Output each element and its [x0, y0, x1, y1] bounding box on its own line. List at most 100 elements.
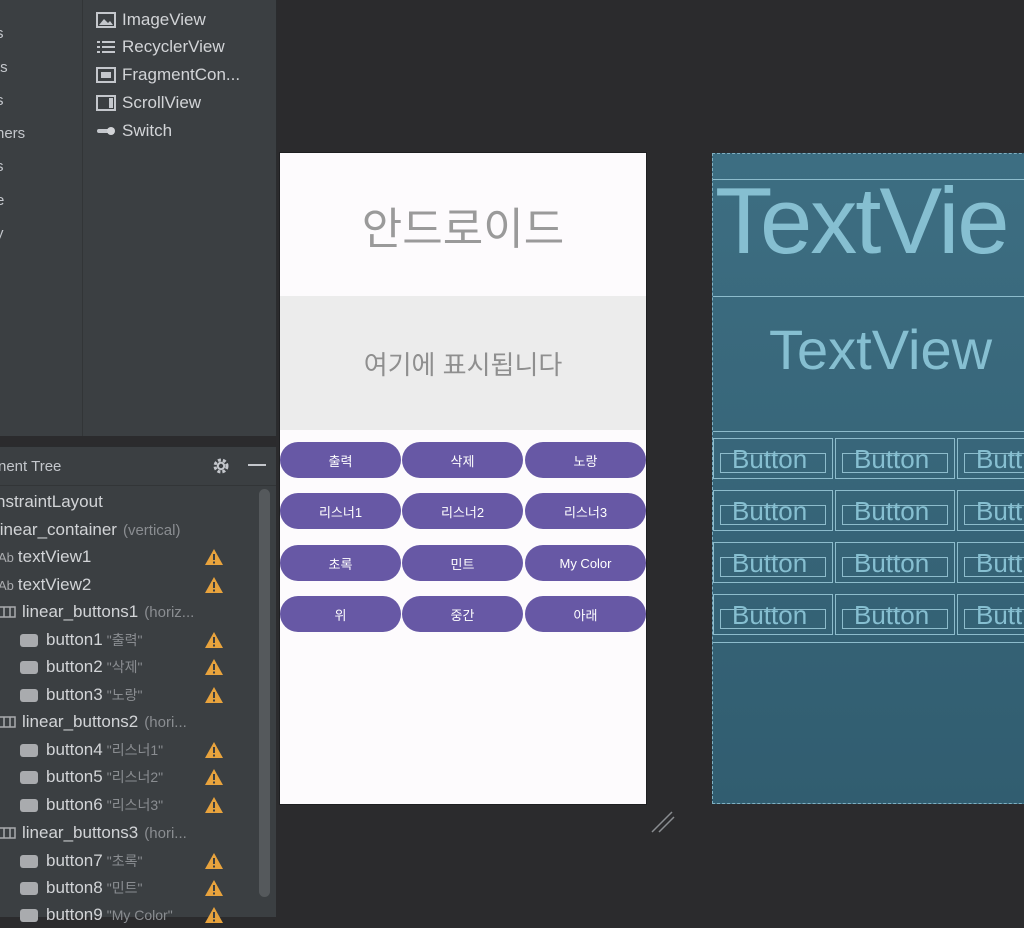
- preview-button-listener1[interactable]: 리스너1: [280, 493, 401, 529]
- button-icon: [20, 688, 38, 702]
- blueprint-button[interactable]: Button: [835, 542, 955, 583]
- warning-icon[interactable]: [204, 741, 224, 759]
- warning-icon[interactable]: [204, 768, 224, 786]
- tree-item-button6[interactable]: button6 "리스너3": [20, 792, 163, 818]
- blueprint-button[interactable]: Button: [713, 542, 833, 583]
- palette-category[interactable]: ts: [0, 59, 8, 76]
- preview-button-delete[interactable]: 삭제: [402, 442, 523, 478]
- blueprint-button-label: Button: [854, 548, 930, 578]
- preview-textview1[interactable]: 안드로이드: [280, 153, 646, 296]
- tree-item-note: "리스너3": [106, 797, 164, 813]
- scrollview-icon: [96, 95, 116, 111]
- linear-layout-icon: [0, 827, 16, 839]
- palette-category[interactable]: s: [0, 158, 4, 175]
- preview-button-bottom[interactable]: 아래: [525, 596, 646, 632]
- palette-widget-recyclerview[interactable]: RecyclerView: [96, 35, 225, 59]
- palette-category[interactable]: s: [0, 92, 4, 109]
- tree-item-button3[interactable]: button3 "노랑": [20, 682, 142, 708]
- blueprint-button-label: Button: [732, 496, 808, 526]
- gear-icon[interactable]: [212, 457, 230, 475]
- tree-item-textview2[interactable]: Ab textView2: [0, 572, 91, 598]
- preview-button-listener3[interactable]: 리스너3: [525, 493, 646, 529]
- tree-item-button7[interactable]: button7 "초록": [20, 848, 142, 874]
- preview-button-mint[interactable]: 민트: [402, 545, 523, 581]
- tree-item-note: "리스너1": [106, 742, 164, 758]
- warning-icon[interactable]: [204, 906, 224, 924]
- list-icon: [97, 41, 115, 53]
- warning-icon[interactable]: [204, 658, 224, 676]
- palette-category[interactable]: y: [0, 225, 4, 242]
- tree-item-label: button7: [46, 851, 103, 870]
- preview-button-middle[interactable]: 중간: [402, 596, 523, 632]
- minimize-icon[interactable]: [248, 464, 266, 466]
- blueprint-button[interactable]: Butt: [957, 594, 1024, 635]
- preview-textview2[interactable]: 여기에 표시됩니다: [280, 296, 646, 430]
- linear-layout-icon: [0, 716, 16, 728]
- preview-button-listener2[interactable]: 리스너2: [402, 493, 523, 529]
- blueprint-preview[interactable]: TextVie TextView Button Button Butt Butt…: [712, 153, 1024, 804]
- preview-button-top[interactable]: 위: [280, 596, 401, 632]
- tree-item-note: "민트": [106, 880, 143, 896]
- preview-button-yellow[interactable]: 노랑: [525, 442, 646, 478]
- palette-category[interactable]: e: [0, 192, 4, 209]
- tree-item-label: textView1: [17, 547, 92, 566]
- blueprint-button[interactable]: Button: [713, 490, 833, 531]
- tree-item-note: (vertical): [122, 521, 181, 539]
- warning-icon[interactable]: [204, 796, 224, 814]
- warning-icon[interactable]: [204, 631, 224, 649]
- blueprint-button[interactable]: Butt: [957, 490, 1024, 531]
- tree-item-label: linear_container: [0, 520, 117, 539]
- blueprint-textview2[interactable]: TextView: [769, 322, 992, 378]
- resize-handle-icon[interactable]: [650, 808, 676, 834]
- image-icon: [96, 12, 116, 28]
- tree-item-button5[interactable]: button5 "리스너2": [20, 764, 163, 790]
- button-icon: [20, 633, 38, 647]
- widget-label: FragmentCon...: [122, 65, 241, 84]
- tree-item-button1[interactable]: button1 "출력": [20, 627, 142, 653]
- tree-item-button2[interactable]: button2 "삭제": [20, 654, 142, 680]
- design-preview[interactable]: 안드로이드 여기에 표시됩니다 출력 삭제 노랑 리스너1 리스너2 리스너3 …: [280, 153, 646, 804]
- warning-icon[interactable]: [204, 879, 224, 897]
- blueprint-button-label: Butt: [976, 496, 1023, 526]
- blueprint-textview1[interactable]: TextVie: [715, 174, 1010, 268]
- tree-item-linear-buttons3[interactable]: linear_buttons3 (hori...: [0, 820, 187, 846]
- tree-item-label: textView2: [17, 575, 92, 594]
- tree-item-constraintlayout[interactable]: nstraintLayout: [0, 489, 103, 515]
- widget-label: RecyclerView: [122, 37, 225, 56]
- button-icon: [20, 660, 38, 674]
- tree-item-label: nstraintLayout: [0, 492, 103, 511]
- blueprint-button[interactable]: Button: [835, 490, 955, 531]
- tree-item-linear-buttons1[interactable]: linear_buttons1 (horiz...: [0, 599, 194, 625]
- blueprint-button[interactable]: Button: [835, 438, 955, 479]
- button-icon: [20, 854, 38, 868]
- blueprint-button[interactable]: Butt: [957, 542, 1024, 583]
- palette-category[interactable]: s: [0, 25, 4, 42]
- warning-icon[interactable]: [204, 852, 224, 870]
- preview-button-mycolor[interactable]: My Color: [525, 545, 646, 581]
- blueprint-button[interactable]: Butt: [957, 438, 1024, 479]
- tree-item-label: button4: [46, 740, 103, 759]
- blueprint-button[interactable]: Button: [713, 438, 833, 479]
- palette-widget-scrollview[interactable]: ScrollView: [96, 91, 201, 115]
- palette-widget-switch[interactable]: Switch: [96, 119, 172, 143]
- warning-icon[interactable]: [204, 686, 224, 704]
- warning-icon[interactable]: [204, 576, 224, 594]
- tree-item-button9[interactable]: button9 "My Color": [20, 902, 173, 928]
- blueprint-button[interactable]: Button: [835, 594, 955, 635]
- palette-widget-imageview[interactable]: ImageView: [96, 8, 206, 32]
- blueprint-button-label: Button: [732, 548, 808, 578]
- tree-item-note: "삭제": [106, 659, 143, 675]
- preview-button-print[interactable]: 출력: [280, 442, 401, 478]
- tree-item-button8[interactable]: button8 "민트": [20, 875, 142, 901]
- tree-scrollbar[interactable]: [259, 489, 270, 897]
- tree-item-linear-buttons2[interactable]: linear_buttons2 (hori...: [0, 709, 187, 735]
- palette-category[interactable]: ners: [0, 125, 25, 142]
- tree-item-label: linear_buttons1: [22, 602, 139, 621]
- palette-widget-fragmentcontainer[interactable]: FragmentCon...: [96, 63, 240, 87]
- tree-item-linear-container[interactable]: linear_container (vertical): [0, 517, 180, 543]
- preview-button-green[interactable]: 초록: [280, 545, 401, 581]
- warning-icon[interactable]: [204, 548, 224, 566]
- tree-item-textview1[interactable]: Ab textView1: [0, 544, 91, 570]
- tree-item-button4[interactable]: button4 "리스너1": [20, 737, 163, 763]
- blueprint-button[interactable]: Button: [713, 594, 833, 635]
